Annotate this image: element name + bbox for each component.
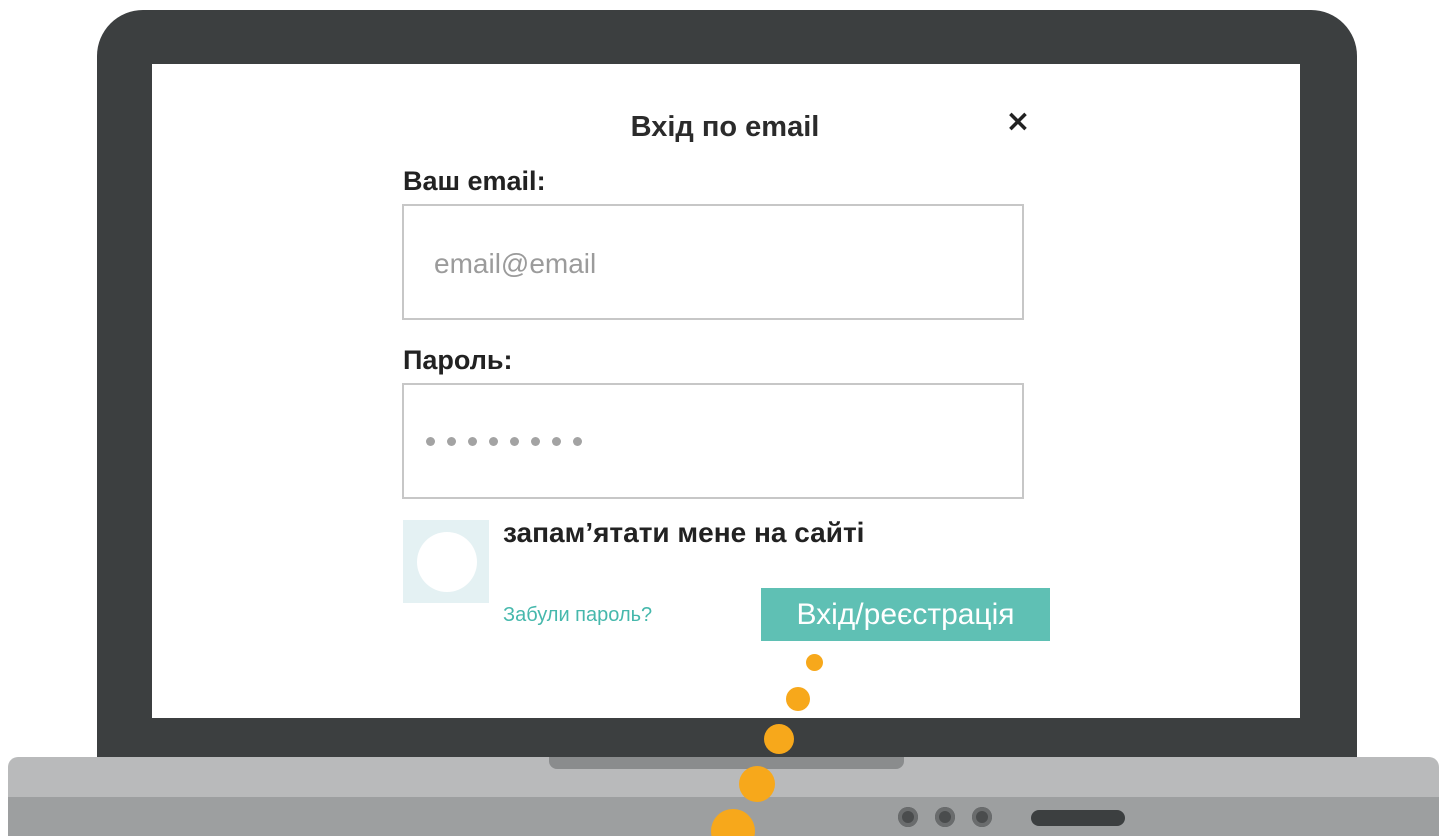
password-input[interactable]	[402, 383, 1024, 499]
password-label: Пароль:	[403, 345, 513, 375]
password-dot	[468, 437, 477, 446]
trail-dot	[786, 687, 810, 711]
password-dot	[489, 437, 498, 446]
dialog-title: Вхід по email	[630, 111, 820, 143]
port-icon	[972, 807, 992, 827]
login-register-button[interactable]: Вхід/реєстрація	[761, 588, 1050, 641]
password-mask	[426, 437, 582, 446]
email-label: Ваш email:	[403, 166, 546, 196]
close-icon[interactable]: ×	[1002, 104, 1034, 140]
remember-checkbox[interactable]	[403, 520, 489, 603]
email-input[interactable]	[434, 244, 994, 284]
password-dot	[531, 437, 540, 446]
port-icon	[935, 807, 955, 827]
trail-dot	[764, 724, 794, 754]
password-dot	[573, 437, 582, 446]
password-dot	[447, 437, 456, 446]
password-dot	[510, 437, 519, 446]
forgot-password-link[interactable]: Забули пароль?	[503, 604, 652, 627]
laptop-illustration: Вхід по email × Ваш email: Пароль: запам…	[0, 0, 1439, 836]
trail-dot	[806, 654, 823, 671]
card-slot	[1031, 810, 1125, 826]
password-dot	[552, 437, 561, 446]
checkbox-knob	[417, 532, 477, 592]
password-dot	[426, 437, 435, 446]
laptop-hinge	[549, 757, 904, 769]
remember-label: запам’ятати мене на сайті	[503, 517, 865, 548]
email-field-box	[402, 204, 1024, 320]
port-icon	[898, 807, 918, 827]
trail-dot	[739, 766, 775, 802]
